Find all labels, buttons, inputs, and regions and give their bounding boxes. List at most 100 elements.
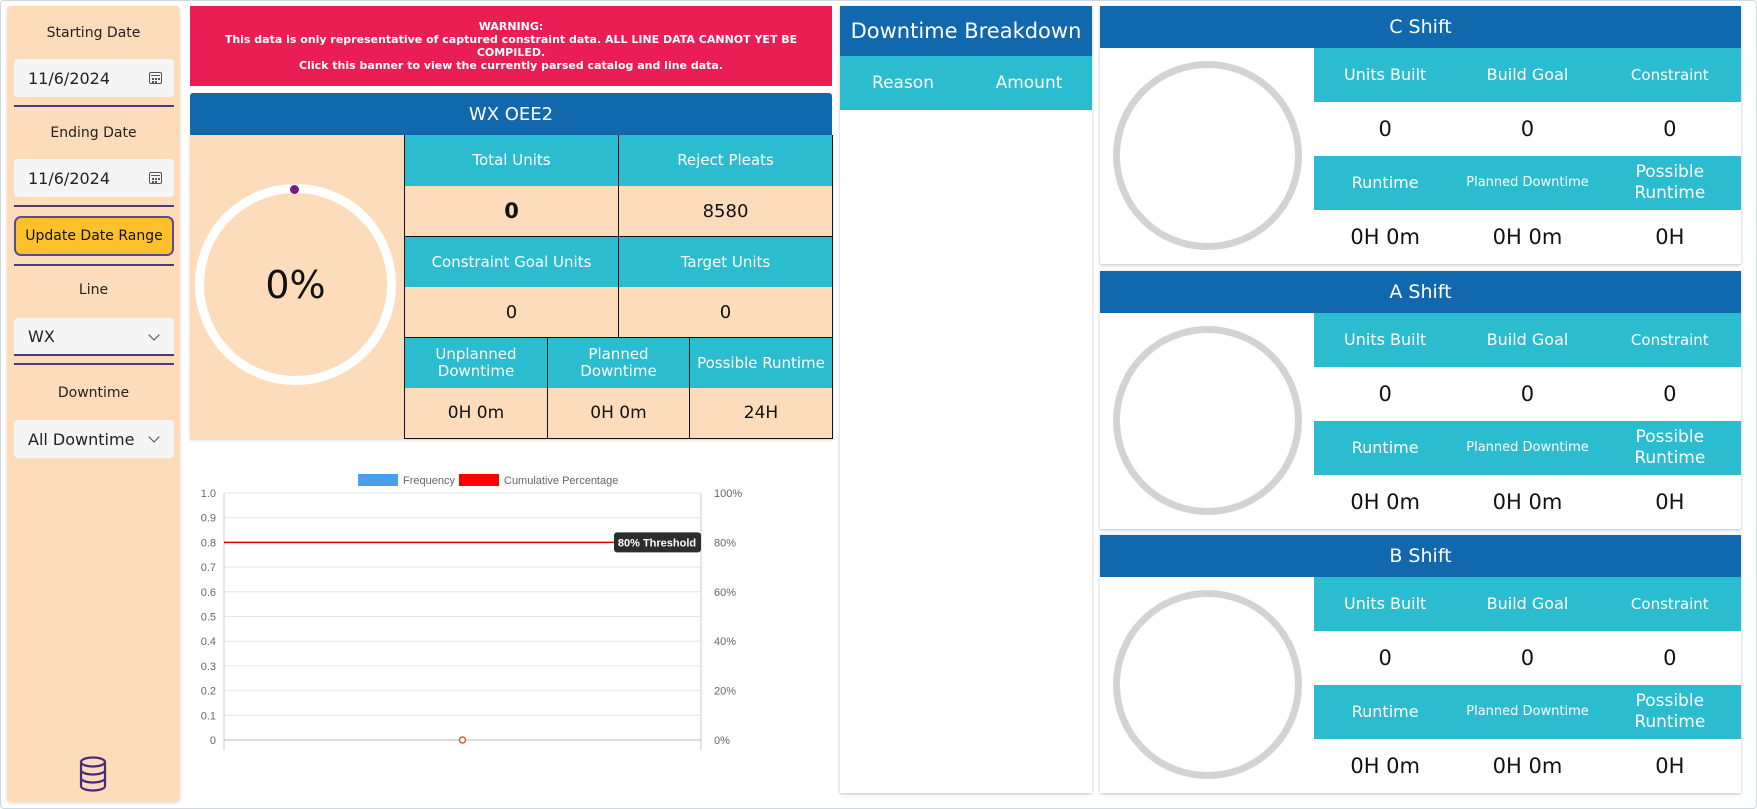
shift-metrics-grid: Units Built Build Goal Constraint 0 0 0 Runtim… xyxy=(1314,48,1741,264)
constraint-header: Constraint xyxy=(1598,577,1741,631)
chevron-down-icon xyxy=(148,329,160,341)
ending-date-value: 11/6/2024 xyxy=(28,168,111,188)
runtime-value: 0H 0m xyxy=(1350,225,1420,249)
amount-column-header[interactable]: Amount xyxy=(966,56,1092,110)
units-built-value: 0 xyxy=(1378,646,1392,670)
possible-runtime-header: Possible Runtime xyxy=(1598,421,1741,475)
possible-runtime-header: Possible Runtime xyxy=(1598,156,1741,210)
total-units-value: 0 xyxy=(405,186,619,237)
legend-label: Cumulative Percentage xyxy=(504,475,618,487)
reject-pleats-header: Reject Pleats xyxy=(619,135,833,186)
constraint-value: 0 xyxy=(1663,646,1677,670)
total-units-header: Total Units xyxy=(405,135,619,186)
possible-runtime-header-line2: Runtime xyxy=(1634,183,1706,203)
reason-column-header[interactable]: Reason xyxy=(840,56,966,110)
downtime-pareto-chart: Frequency Cumulative Percentage 0 0.1 0.2 0.3… xyxy=(201,474,742,750)
constraint-goal-units-header: Constraint Goal Units xyxy=(405,237,619,287)
line-select-value: WX xyxy=(28,326,55,346)
build-goal-header: Build Goal xyxy=(1456,313,1599,367)
downtime-table-header: Reason Amount xyxy=(840,56,1092,110)
divider xyxy=(14,105,174,107)
planned-downtime-value: 0H 0m xyxy=(1492,490,1563,514)
divider xyxy=(14,363,174,365)
divider xyxy=(14,205,174,207)
possible-runtime-header-line2: Runtime xyxy=(1634,448,1706,468)
downtime-breakdown-title: Downtime Breakdown xyxy=(840,6,1092,56)
runtime-header: Runtime xyxy=(1314,685,1457,739)
runtime-header: Runtime xyxy=(1314,156,1457,210)
shift-progress-ring xyxy=(1113,61,1302,250)
y2-tick-label: 20% xyxy=(714,686,736,698)
planned-downtime-header-line1: Planned xyxy=(588,345,649,363)
calendar-icon[interactable] xyxy=(149,172,162,184)
units-built-header: Units Built xyxy=(1314,577,1457,631)
downtime-select-value: All Downtime xyxy=(28,429,135,449)
planned-downtime-value: 0H 0m xyxy=(1492,225,1563,249)
units-built-header: Units Built xyxy=(1314,313,1457,367)
shift-metrics-grid: Units Built Build Goal Constraint 0 0 0 Runtim… xyxy=(1314,577,1741,793)
target-units-value: 0 xyxy=(619,287,833,338)
warning-banner[interactable]: WARNING: This data is only representativ… xyxy=(190,6,832,86)
y2-tick-label: 80% xyxy=(714,537,736,549)
constraint-value: 0 xyxy=(1663,117,1677,141)
oee-card: 0% Total Units Reject Pleats 0 8580 Cons… xyxy=(190,135,833,439)
oee-metrics-table: Total Units Reject Pleats 0 8580 Constra… xyxy=(404,135,833,439)
update-date-range-button[interactable]: Update Date Range xyxy=(14,216,174,256)
possible-runtime-header-line1: Possible xyxy=(1635,427,1705,447)
constraint-header: Constraint xyxy=(1598,48,1741,102)
units-built-header: Units Built xyxy=(1314,48,1457,102)
legend-swatch xyxy=(459,474,499,486)
shift-title: A Shift xyxy=(1100,271,1741,313)
downtime-select[interactable]: All Downtime xyxy=(14,420,174,458)
ending-date-input[interactable]: 11/6/2024 xyxy=(14,159,174,197)
y-tick-label: 0 xyxy=(210,735,216,747)
y2-tick-label: 40% xyxy=(714,636,736,648)
build-goal-header: Build Goal xyxy=(1456,577,1599,631)
line-select[interactable]: WX xyxy=(14,318,174,356)
y-tick-label: 1.0 xyxy=(201,488,216,500)
planned-downtime-value: 0H 0m xyxy=(1492,754,1563,778)
shift-card: B Shift Units Built Build Goal Constraint 0 0… xyxy=(1100,535,1741,793)
runtime-value: 0H 0m xyxy=(1350,490,1420,514)
constraint-goal-units-value: 0 xyxy=(405,287,619,338)
y-tick-label: 0.4 xyxy=(201,636,216,648)
y-tick-label: 0.3 xyxy=(201,661,216,673)
shift-progress-ring xyxy=(1113,590,1302,779)
planned-downtime-header-line2: Downtime xyxy=(580,362,657,380)
build-goal-value: 0 xyxy=(1520,117,1535,141)
possible-runtime-value: 0H xyxy=(1655,490,1685,514)
runtime-value: 0H 0m xyxy=(1350,754,1420,778)
unplanned-downtime-value: 0H 0m xyxy=(405,388,548,439)
possible-runtime-value: 0H xyxy=(1655,225,1685,249)
y-tick-label: 0.1 xyxy=(201,710,216,722)
line-label: Line xyxy=(78,282,109,298)
y2-tick-label: 100% xyxy=(714,488,742,500)
build-goal-value: 0 xyxy=(1520,382,1535,406)
legend-swatch xyxy=(358,474,398,486)
runtime-header: Runtime xyxy=(1314,421,1457,475)
starting-date-input[interactable]: 11/6/2024 xyxy=(14,59,174,97)
unplanned-downtime-header: Unplanned Downtime xyxy=(405,338,548,388)
planned-downtime-value: 0H 0m xyxy=(548,388,690,439)
database-icon[interactable] xyxy=(78,756,108,792)
shift-card: A Shift Units Built Build Goal Constraint 0 0… xyxy=(1100,271,1741,529)
ending-date-label: Ending Date xyxy=(50,125,137,141)
chevron-down-icon xyxy=(148,431,160,443)
build-goal-value: 0 xyxy=(1520,646,1535,670)
y2-tick-label: 0% xyxy=(714,735,730,747)
downtime-label: Downtime xyxy=(57,385,130,401)
possible-runtime-header-line2: Runtime xyxy=(1634,712,1706,732)
unplanned-downtime-header-line1: Unplanned xyxy=(435,345,517,363)
build-goal-header: Build Goal xyxy=(1456,48,1599,102)
possible-runtime-header: Possible Runtime xyxy=(690,338,833,388)
shift-progress-ring xyxy=(1113,326,1302,515)
possible-runtime-value: 24H xyxy=(690,388,833,439)
warning-text: This data is only representative of capt… xyxy=(224,33,798,59)
constraint-value: 0 xyxy=(1663,382,1677,406)
y-tick-label: 0.5 xyxy=(201,612,216,624)
possible-runtime-header-line1: Possible xyxy=(1635,691,1705,711)
warning-link-text: Click this banner to view the currently … xyxy=(299,59,723,72)
target-units-header: Target Units xyxy=(619,237,833,287)
calendar-icon[interactable] xyxy=(149,72,162,84)
y-tick-label: 0.9 xyxy=(201,513,216,525)
